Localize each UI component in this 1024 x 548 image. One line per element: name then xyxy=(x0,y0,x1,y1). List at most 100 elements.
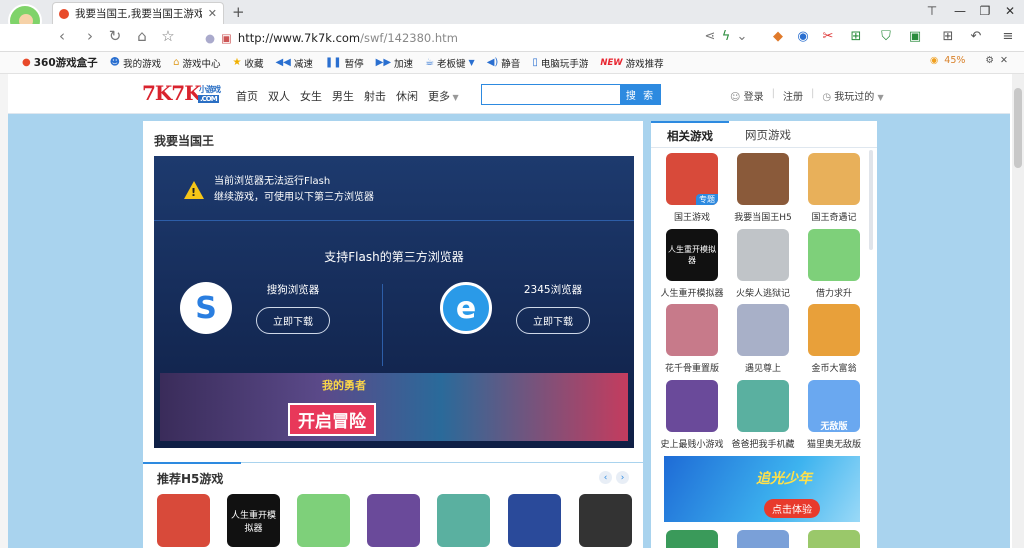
game-label[interactable]: 国王奇遇记 xyxy=(796,210,872,223)
bookmark-mute[interactable]: ◀) 静音 xyxy=(487,56,521,70)
bookmark-boss-key[interactable]: ☕ 老板键 ▼ xyxy=(425,56,475,70)
related-game[interactable]: 无敌版 xyxy=(808,380,860,432)
related-game[interactable] xyxy=(808,229,860,281)
played-link[interactable]: ◷ 我玩过的 ▼ xyxy=(822,88,883,103)
game-thumb xyxy=(666,304,718,356)
site-search-button[interactable]: 搜 索 xyxy=(620,84,661,105)
scissors-icon[interactable]: ✂ xyxy=(818,29,838,44)
bookmark-slow-down[interactable]: ◀◀ 减速 xyxy=(275,56,312,70)
shirt-icon[interactable]: ⊤ xyxy=(922,4,942,18)
restore-icon[interactable]: ❐ xyxy=(975,4,995,18)
settings-gear-icon[interactable]: ⚙ xyxy=(985,55,994,66)
site-logo[interactable]: 7K7K 小游戏 .COM xyxy=(142,81,221,105)
nav-boys[interactable]: 男生 xyxy=(332,88,354,104)
h5-game-thumb[interactable]: 人生重开模拟器 xyxy=(227,494,280,547)
game-label[interactable]: 人生重开模拟器 xyxy=(654,286,730,299)
nav-two-player[interactable]: 双人 xyxy=(268,88,290,104)
undo-icon[interactable]: ↶ xyxy=(966,29,986,44)
new-tab-icon[interactable]: + xyxy=(232,3,245,21)
dropdown-icon[interactable]: ⌄ xyxy=(732,29,752,44)
game-label[interactable]: 国王游戏 xyxy=(654,210,730,223)
minimize-icon[interactable]: — xyxy=(950,4,970,18)
page-scrollbar-thumb[interactable] xyxy=(1014,88,1022,168)
back-icon[interactable]: ‹ xyxy=(52,27,72,45)
related-game-partial[interactable] xyxy=(737,530,789,548)
download-sogou-button[interactable]: 立即下载 xyxy=(256,307,330,334)
menu-icon[interactable]: ≡ xyxy=(998,29,1018,44)
game-label[interactable]: 花千骨重置版 xyxy=(654,361,730,374)
browser-tab[interactable]: 我要当国王,我要当国王游戏在线 ✕ xyxy=(52,2,224,24)
pause-icon: ❚❚ xyxy=(324,57,342,68)
tab-web-games[interactable]: 网页游戏 xyxy=(729,121,807,148)
home-icon[interactable]: ⌂ xyxy=(132,27,152,45)
close-bar-icon[interactable]: ✕ xyxy=(1000,55,1008,66)
related-game[interactable] xyxy=(737,380,789,432)
forward-icon[interactable]: › xyxy=(80,27,100,45)
game-label[interactable]: 猫里奥无敌版 xyxy=(796,437,872,450)
game-label[interactable]: 我要当国王H5 xyxy=(725,210,801,223)
address-field[interactable]: ● ▣ http://www.7k7k.com/swf/142380.htm xyxy=(205,27,765,48)
apps-icon[interactable]: ⊞ xyxy=(938,29,958,44)
nav-home[interactable]: 首页 xyxy=(236,88,258,104)
h5-game-thumb[interactable] xyxy=(508,494,561,547)
related-game-partial[interactable] xyxy=(808,530,860,548)
game-label[interactable]: 史上最贱小游戏 xyxy=(654,437,730,450)
h5-game-thumb[interactable] xyxy=(437,494,490,547)
nav-shooting[interactable]: 射击 xyxy=(364,88,386,104)
bookmark-speed-up[interactable]: ▶▶ 加速 xyxy=(376,56,413,70)
download-2345-button[interactable]: 立即下载 xyxy=(516,307,590,334)
ultraman-ad-banner[interactable]: 追光少年 点击体验 xyxy=(664,456,860,522)
game-icon[interactable]: ▣ xyxy=(905,29,925,44)
game-label[interactable]: 金币大富翁 xyxy=(796,361,872,374)
translate-icon[interactable]: ⊞ xyxy=(846,29,866,44)
bookmark-recommend[interactable]: NEW 游戏推荐 xyxy=(600,56,663,70)
game-label[interactable]: 火柴人逃狱记 xyxy=(725,286,801,299)
game-label[interactable]: 爸爸把我手机藏 xyxy=(725,437,801,450)
related-game[interactable]: 专题 xyxy=(666,153,718,205)
bookmark-star-icon[interactable]: ☆ xyxy=(158,27,178,45)
h5-game-thumb[interactable] xyxy=(297,494,350,547)
bookmark-pc-mobile[interactable]: ▯ 电脑玩手游 xyxy=(532,56,588,70)
related-game[interactable] xyxy=(808,304,860,356)
bookmark-game-center[interactable]: ⌂ 游戏中心 xyxy=(173,56,220,70)
adventure-banner[interactable]: 我的勇者 开启冒险 xyxy=(160,373,628,441)
related-game[interactable]: 人生重开模拟器 xyxy=(666,229,718,281)
gamepad-icon: ● xyxy=(22,57,31,68)
h5-game-thumb[interactable] xyxy=(579,494,632,547)
browser-sogou: S 搜狗浏览器 立即下载 xyxy=(180,282,330,334)
panel-scrollbar[interactable] xyxy=(869,150,873,250)
game-thumb xyxy=(666,380,718,432)
tab-related[interactable]: 相关游戏 xyxy=(651,121,729,148)
bookmark-my-games[interactable]: ☻ 我的游戏 xyxy=(110,56,161,70)
extension-1-icon[interactable]: ◆ xyxy=(768,29,788,44)
bookmark-360-game-box[interactable]: ● 360游戏盒子 xyxy=(22,55,98,70)
h5-game-thumb[interactable] xyxy=(367,494,420,547)
game-label[interactable]: 借力求升 xyxy=(796,286,872,299)
login-link[interactable]: ☺ 登录 xyxy=(730,88,764,103)
related-game[interactable] xyxy=(808,153,860,205)
rewind-icon: ◀◀ xyxy=(275,57,291,68)
bookmark-pause[interactable]: ❚❚ 暂停 xyxy=(325,56,364,70)
game-label[interactable]: 遇见尊上 xyxy=(725,361,801,374)
related-game[interactable] xyxy=(666,304,718,356)
close-tab-icon[interactable]: ✕ xyxy=(208,7,217,20)
nav-more[interactable]: 更多 ▼ xyxy=(428,88,459,104)
register-link[interactable]: 注册 xyxy=(783,88,803,103)
related-game[interactable] xyxy=(737,304,789,356)
extension-2-icon[interactable]: ◉ xyxy=(793,29,813,44)
game-thumb xyxy=(737,380,789,432)
h5-game-thumb[interactable] xyxy=(157,494,210,547)
related-game-partial[interactable] xyxy=(666,530,718,548)
nav-casual[interactable]: 休闲 xyxy=(396,88,418,104)
ad-cta-button[interactable]: 点击体验 xyxy=(764,499,820,518)
related-game[interactable] xyxy=(666,380,718,432)
nav-girls[interactable]: 女生 xyxy=(300,88,322,104)
related-game[interactable] xyxy=(737,153,789,205)
related-game[interactable] xyxy=(737,229,789,281)
next-arrow-icon[interactable]: › xyxy=(616,471,629,484)
refresh-icon[interactable]: ↻ xyxy=(105,27,125,45)
bookmark-favorites[interactable]: ★ 收藏 xyxy=(232,56,263,70)
prev-arrow-icon[interactable]: ‹ xyxy=(599,471,612,484)
shield-icon[interactable]: ⛉ xyxy=(876,29,896,44)
close-window-icon[interactable]: ✕ xyxy=(1000,4,1020,18)
